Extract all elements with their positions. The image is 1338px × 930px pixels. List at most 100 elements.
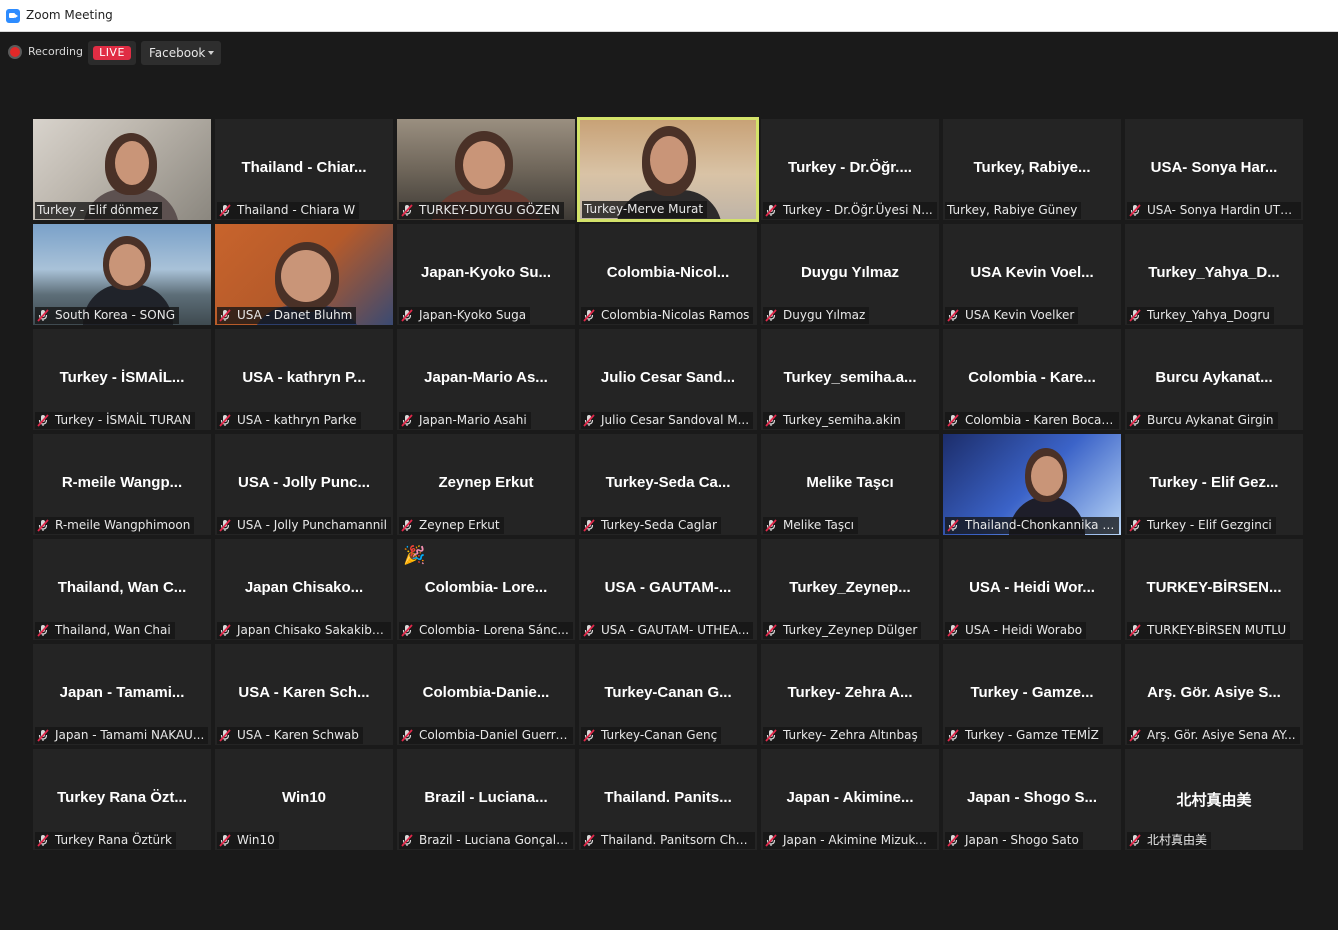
participant-tile[interactable]: Japan - Shogo S... Japan - Shogo Sato [943,749,1121,850]
participant-name-label: Colombia- Lorena Sánc... [399,622,573,639]
person-face [281,250,331,302]
participant-tile[interactable]: Turkey_semiha.a... Turkey_semiha.akin [761,329,939,430]
muted-mic-icon [37,834,51,847]
participant-tile[interactable]: Burcu Aykanat... Burcu Aykanat Girgin [1125,329,1303,430]
participant-name-label: USA - Karen Schwab [217,727,363,744]
participant-tile[interactable]: Thailand. Panits... Thailand. Panitsorn C… [579,749,757,850]
participant-name: Turkey-Seda Caglar [601,518,717,532]
participant-name: Turkey - Elif dönmez [37,203,159,217]
muted-mic-icon [219,519,233,532]
participant-tile[interactable]: Melike Taşcı Melike Taşcı [761,434,939,535]
participant-tile[interactable]: Thailand, Wan C... Thailand, Wan Chai [33,539,211,640]
participant-tile[interactable]: 北村真由美 北村真由美 [1125,749,1303,850]
participant-tile[interactable]: Arş. Gör. Asiye S... Arş. Gör. Asiye Sena… [1125,644,1303,745]
muted-mic-icon [765,414,779,427]
participant-name: Japan Chisako Sakakiba... [237,623,391,637]
participant-name-center: Turkey- Zehra A... [787,684,913,701]
participant-tile[interactable]: USA- Sonya Har... USA- Sonya Hardin UTH..… [1125,119,1303,220]
participant-tile[interactable]: Turkey-Seda Ca... Turkey-Seda Caglar [579,434,757,535]
muted-mic-icon [401,624,415,637]
person-face [463,141,505,189]
participant-tile[interactable]: Turkey - Elif Gez... Turkey - Elif Gezgin… [1125,434,1303,535]
participant-name-center: Colombia-Nicol... [606,264,730,281]
participant-name: Japan-Kyoko Suga [419,308,527,322]
muted-mic-icon [765,309,779,322]
participant-name-label: Turkey-Canan Genç [581,727,722,744]
participant-tile[interactable]: USA Kevin Voel... USA Kevin Voelker [943,224,1121,325]
participant-name: USA - GAUTAM- UTHEA... [601,623,750,637]
participant-tile[interactable]: Turkey - Gamze... Turkey - Gamze TEMİZ [943,644,1121,745]
participant-name-center: Turkey - Gamze... [970,684,1094,701]
participant-tile[interactable]: Julio Cesar Sand... Julio Cesar Sandoval … [579,329,757,430]
muted-mic-icon [947,519,961,532]
participant-name-label: South Korea - SONG [35,307,180,324]
participant-tile[interactable]: USA - Karen Sch... USA - Karen Schwab [215,644,393,745]
recording-icon [10,47,20,57]
participant-tile[interactable]: R-meile Wangp... R-meile Wangphimoon [33,434,211,535]
participant-tile[interactable]: Zeynep Erkut Zeynep Erkut [397,434,575,535]
participant-tile[interactable]: Turkey_Zeynep... Turkey_Zeynep Dülger [761,539,939,640]
participant-tile[interactable]: TURKEY-BİRSEN... TURKEY-BİRSEN MUTLU [1125,539,1303,640]
participant-tile[interactable]: Duygu Yılmaz Duygu Yılmaz [761,224,939,325]
participant-tile[interactable]: Thailand-Chonkannika N... [943,434,1121,535]
participant-tile[interactable]: Japan - Akimine... Japan - Akimine Mizuko… [761,749,939,850]
participant-name-center: Japan - Akimine... [786,789,914,806]
participant-name-label: Turkey_semiha.akin [763,412,905,429]
participant-tile[interactable]: Colombia-Nicol... Colombia-Nicolas Ramos [579,224,757,325]
participant-tile[interactable]: Thailand - Chiar... Thailand - Chiara W [215,119,393,220]
participant-tile[interactable]: Colombia-Danie... Colombia-Daniel Guerre.… [397,644,575,745]
participant-tile[interactable]: South Korea - SONG [33,224,211,325]
participant-name-label: TURKEY-BİRSEN MUTLU [1127,622,1291,639]
participant-tile[interactable]: USA - Heidi Wor... USA - Heidi Worabo [943,539,1121,640]
participant-name: TURKEY-BİRSEN MUTLU [1147,623,1287,637]
participant-name-label: Japan-Kyoko Suga [399,307,531,324]
participant-tile[interactable]: Turkey - Elif dönmez [33,119,211,220]
participant-name-center: Turkey - İSMAİL... [59,369,185,386]
participant-name-center: Colombia - Kare... [968,369,1096,386]
participant-name: Japan - Akimine Mizuko... [783,833,934,847]
participant-tile[interactable]: Turkey - İSMAİL... Turkey - İSMAİL TURAN [33,329,211,430]
participant-tile[interactable]: Turkey-Merve Murat [577,117,759,222]
participant-name: R-meile Wangphimoon [55,518,191,532]
muted-mic-icon [1129,309,1143,322]
participant-tile[interactable]: USA - Jolly Punc... USA - Jolly Punchaman… [215,434,393,535]
participant-tile[interactable]: Turkey Rana Özt... Turkey Rana Öztürk [33,749,211,850]
participant-tile[interactable]: USA - GAUTAM-... USA - GAUTAM- UTHEA... [579,539,757,640]
participant-tile[interactable]: Japan-Mario As... Japan-Mario Asahi [397,329,575,430]
muted-mic-icon [1129,624,1143,637]
participant-name-label: Arş. Gör. Asiye Sena AY... [1127,727,1300,744]
live-indicator[interactable]: LIVE [88,41,136,65]
participant-name: TURKEY-DUYGU GÖZEN [419,203,560,217]
participant-tile[interactable]: Turkey- Zehra A... Turkey- Zehra Altınbaş [761,644,939,745]
participant-tile[interactable]: Japan Chisako... Japan Chisako Sakakiba..… [215,539,393,640]
participant-tile[interactable]: Turkey_Yahya_D... Turkey_Yahya_Dogru [1125,224,1303,325]
muted-mic-icon [765,834,779,847]
participant-name-label: Turkey_Zeynep Dülger [763,622,922,639]
stream-target-dropdown[interactable]: Facebook [141,41,221,65]
participant-name-center: Turkey Rana Özt... [57,789,187,806]
participant-tile[interactable]: Turkey, Rabiye... Turkey, Rabiye Güney [943,119,1121,220]
participant-tile[interactable]: Japan-Kyoko Su... Japan-Kyoko Suga [397,224,575,325]
participant-tile[interactable]: Win10 Win10 [215,749,393,850]
participant-name-center: USA - kathryn P... [242,369,366,386]
participant-tile[interactable]: Colombia - Kare... Colombia - Karen Bocan… [943,329,1121,430]
participant-name-label: Turkey - Dr.Öğr.Üyesi N... [763,202,937,219]
participant-name: USA- Sonya Hardin UTH... [1147,203,1301,217]
participant-tile[interactable]: USA - kathryn P... USA - kathryn Parke [215,329,393,430]
muted-mic-icon [765,729,779,742]
caret-down-icon [208,51,214,55]
participant-name: Win10 [237,833,275,847]
participant-name: Turkey-Merve Murat [584,202,704,216]
person-face [650,136,688,184]
participant-name-label: Thailand. Panitsorn Char... [581,832,755,849]
participant-tile[interactable]: 🎉 Colombia- Lore... Colombia- Lorena Sánc.… [397,539,575,640]
muted-mic-icon [1129,834,1143,847]
participant-tile[interactable]: Turkey-Canan G... Turkey-Canan Genç [579,644,757,745]
participant-tile[interactable]: Japan - Tamami... Japan - Tamami NAKAU... [33,644,211,745]
participant-tile[interactable]: TURKEY-DUYGU GÖZEN [397,119,575,220]
participant-tile[interactable]: USA - Danet Bluhm [215,224,393,325]
participant-tile[interactable]: Turkey - Dr.Öğr.... Turkey - Dr.Öğr.Üyesi… [761,119,939,220]
participant-tile[interactable]: Brazil - Luciana... Brazil - Luciana Gonç… [397,749,575,850]
muted-mic-icon [947,414,961,427]
participant-name-label: USA - GAUTAM- UTHEA... [581,622,754,639]
